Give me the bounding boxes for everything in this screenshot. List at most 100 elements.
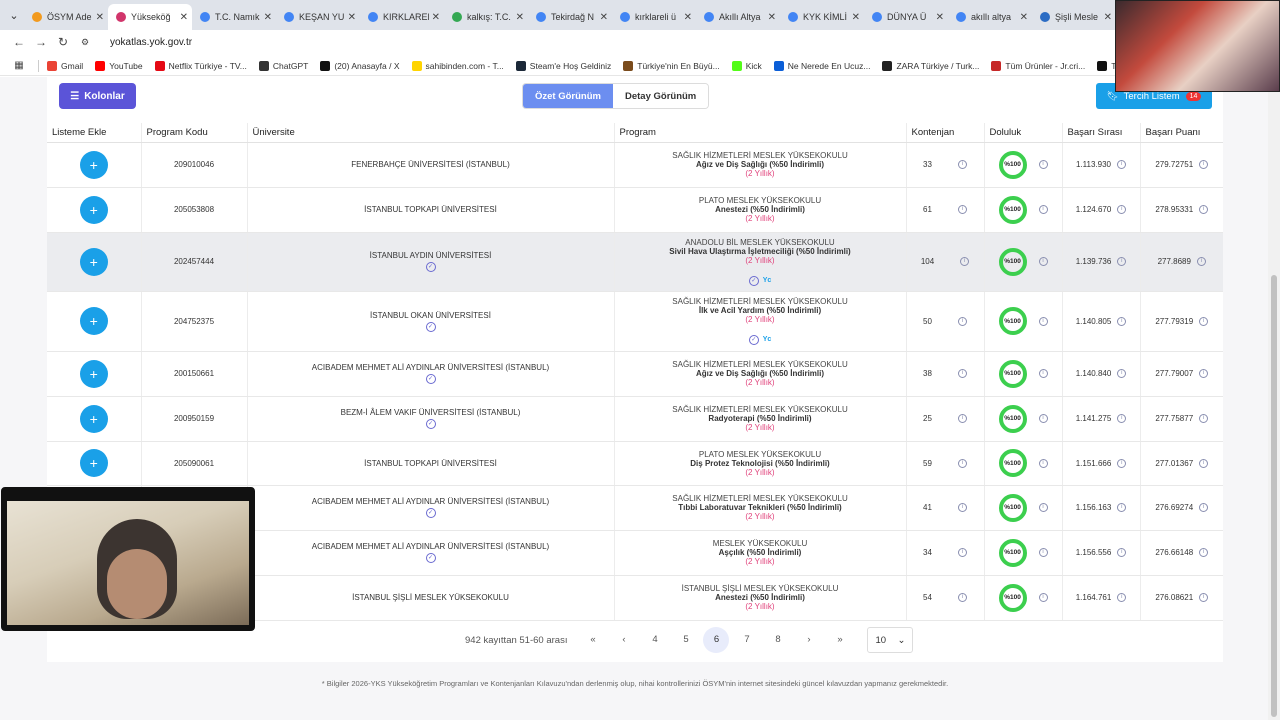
bookmark-item[interactable]: Kick (731, 60, 762, 71)
info-icon[interactable]: i (1199, 548, 1209, 557)
info-icon[interactable]: i (957, 503, 967, 512)
table-row[interactable]: +204752375 İSTANBUL OKAN ÜNİVERSİTESİ ✓ SAĞ… (47, 291, 1223, 352)
program-name[interactable]: Anestezi (%50 İndirimli) (615, 205, 906, 214)
col-header[interactable]: Başarı Sırası (1062, 123, 1141, 143)
table-row[interactable]: +202457444 İSTANBUL AYDIN ÜNİVERSİTESİ ✓ AN… (47, 232, 1223, 292)
add-to-list-button[interactable]: + (79, 307, 108, 335)
browser-tab[interactable]: KIRKLAREL ✕ (360, 4, 444, 30)
info-icon[interactable]: i (957, 548, 967, 557)
browser-tab[interactable]: DÜNYA Ü ✕ (864, 4, 948, 30)
bookmark-item[interactable]: Tüm Ürünler - Jr.cri... (991, 60, 1085, 71)
info-icon[interactable]: i (1199, 593, 1209, 602)
page-button[interactable]: 8 (762, 627, 793, 653)
info-icon[interactable]: i (1117, 503, 1127, 512)
info-icon[interactable]: i (1038, 316, 1048, 326)
page-button[interactable]: 5 (670, 627, 701, 653)
next-page-button[interactable]: › (793, 627, 824, 653)
col-header[interactable]: Program Kodu (141, 123, 248, 143)
bookmark-item[interactable]: Türkiye'nin En Büyü... (623, 60, 720, 71)
bookmark-item[interactable]: ChatGPT (258, 60, 308, 71)
table-row[interactable]: +205053808 İSTANBUL TOPKAPI ÜNİVERSİTESİ P… (47, 187, 1223, 233)
program-name[interactable]: Ağız ve Diş Sağlığı (%50 İndirimli) (615, 160, 906, 169)
prev-page-button[interactable]: ‹ (608, 627, 639, 653)
program-name[interactable]: Diş Protez Teknolojisi (%50 İndirimli) (615, 459, 906, 468)
university-name[interactable]: ACIBADEM MEHMET ALİ AYDINLAR ÜNİVERSİTES… (312, 497, 549, 506)
close-icon[interactable]: ✕ (1104, 12, 1112, 23)
bookmark-item[interactable]: Gmail (47, 60, 83, 71)
info-icon[interactable]: i (1038, 548, 1048, 557)
info-icon[interactable]: i (957, 160, 967, 169)
info-icon[interactable]: i (1038, 160, 1048, 169)
table-row[interactable]: +200150661 ACIBADEM MEHMET ALİ AYDINLAR Ü… (47, 351, 1223, 397)
back-icon[interactable]: ← (8, 35, 30, 49)
browser-tab[interactable]: Şişli Mesle ✕ (1032, 4, 1116, 30)
last-page-button[interactable]: » (824, 627, 855, 653)
close-icon[interactable]: ✕ (1020, 12, 1028, 23)
info-icon[interactable]: i (1117, 414, 1127, 423)
info-icon[interactable]: i (957, 593, 967, 602)
info-icon[interactable]: i (1117, 548, 1127, 557)
info-icon[interactable]: i (1038, 257, 1048, 266)
university-name[interactable]: FENERBAHÇE ÜNİVERSİTESİ (İSTANBUL) (351, 160, 510, 169)
info-icon[interactable]: i (1038, 458, 1048, 468)
columns-button[interactable]: ☰ Kolonlar (59, 83, 136, 109)
info-icon[interactable]: i (1117, 369, 1127, 378)
info-icon[interactable]: i (1038, 205, 1048, 214)
add-to-list-button[interactable]: + (79, 247, 108, 276)
reload-icon[interactable]: ↻ (52, 35, 74, 49)
add-to-list-button[interactable]: + (79, 449, 108, 477)
info-icon[interactable]: i (957, 369, 967, 378)
info-icon[interactable]: i (1117, 160, 1126, 169)
table-row[interactable]: +200950159 BEZM-İ ÂLEM VAKIF ÜNİVERSİTESİ… (47, 396, 1223, 442)
add-to-list-button[interactable]: + (79, 195, 108, 224)
info-icon[interactable]: i (1038, 414, 1048, 423)
close-icon[interactable]: ✕ (96, 12, 104, 23)
close-icon[interactable]: ✕ (264, 12, 272, 23)
program-name[interactable]: Anestezi (%50 İndirimli) (615, 593, 906, 602)
apps-grid-icon[interactable]: ▦ (8, 60, 30, 71)
info-icon[interactable]: i (1196, 257, 1206, 266)
col-header[interactable]: Başarı Puanı (1140, 123, 1223, 143)
info-icon[interactable]: i (1199, 316, 1209, 326)
university-name[interactable]: İSTANBUL TOPKAPI ÜNİVERSİTESİ (364, 459, 497, 468)
info-icon[interactable]: i (960, 257, 970, 266)
bookmark-item[interactable]: Ne Nerede En Ucuz... (773, 60, 870, 71)
info-icon[interactable]: i (1199, 414, 1209, 423)
scrollbar-thumb[interactable] (1271, 275, 1277, 717)
detail-view-button[interactable]: Detay Görünüm (612, 84, 709, 108)
browser-tab[interactable]: T.C. Namık ✕ (192, 4, 276, 30)
browser-tab[interactable]: Yükseköğ ✕ (108, 4, 192, 30)
forward-icon[interactable]: → (30, 35, 52, 49)
info-icon[interactable]: i (1199, 205, 1209, 214)
info-icon[interactable]: i (1117, 316, 1127, 326)
university-name[interactable]: İSTANBUL OKAN ÜNİVERSİTESİ (370, 311, 491, 320)
info-icon[interactable]: i (1199, 503, 1209, 512)
first-page-button[interactable]: « (577, 627, 608, 653)
close-icon[interactable]: ✕ (432, 12, 440, 23)
bookmark-item[interactable]: (20) Anasayfa / X (320, 60, 400, 71)
page-button[interactable]: 7 (731, 627, 762, 653)
browser-tab[interactable]: KYK KİMLİ ✕ (780, 4, 864, 30)
info-icon[interactable]: i (1117, 205, 1127, 214)
close-icon[interactable]: ✕ (348, 12, 356, 23)
close-icon[interactable]: ✕ (768, 12, 776, 23)
page-scrollbar[interactable] (1268, 77, 1280, 720)
close-icon[interactable]: ✕ (516, 12, 524, 23)
tab-search-icon[interactable]: ⌄ (4, 4, 24, 26)
bookmark-item[interactable]: Steam'e Hoş Geldiniz (515, 60, 611, 71)
info-icon[interactable]: i (957, 458, 967, 468)
program-name[interactable]: İlk ve Acil Yardım (%50 İndirimli) (615, 306, 906, 315)
university-name[interactable]: İSTANBUL ŞİŞLİ MESLEK YÜKSEKOKULU (352, 593, 509, 602)
info-icon[interactable]: i (1038, 369, 1048, 378)
browser-tab[interactable]: kalkış: T.C. ✕ (444, 4, 528, 30)
browser-tab[interactable]: KEŞAN YU ✕ (276, 4, 360, 30)
university-name[interactable]: BEZM-İ ÂLEM VAKIF ÜNİVERSİTESİ (İSTANBUL… (341, 408, 521, 417)
add-to-list-button[interactable]: + (79, 150, 108, 179)
add-to-list-button[interactable]: + (79, 404, 108, 433)
current-page-button[interactable]: 6 (703, 627, 730, 653)
program-name[interactable]: Sivil Hava Ulaştırma İşletmeciliği (%50 … (615, 247, 906, 256)
info-icon[interactable]: i (1117, 593, 1127, 602)
info-icon[interactable]: i (1199, 369, 1209, 378)
info-icon[interactable]: i (957, 205, 967, 214)
close-icon[interactable]: ✕ (600, 12, 608, 23)
